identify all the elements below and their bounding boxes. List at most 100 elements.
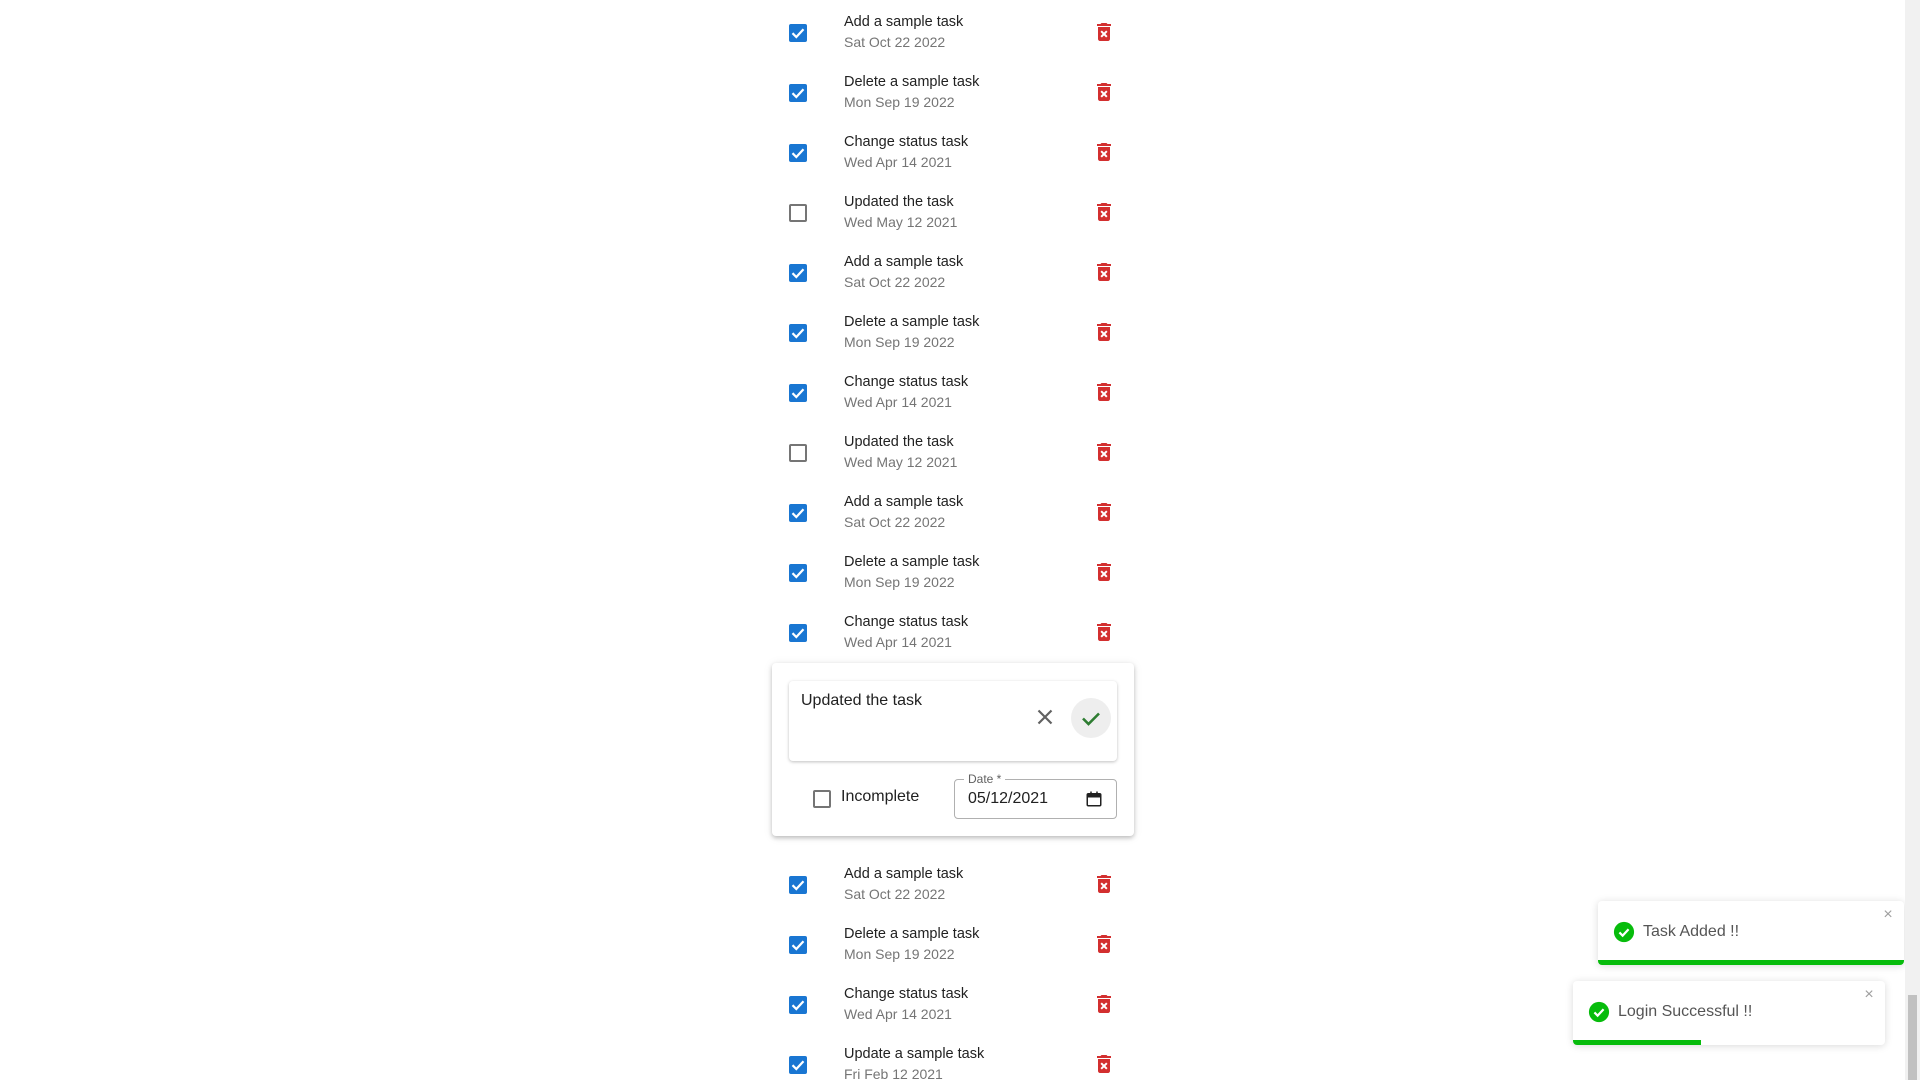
task-text[interactable]: Change status task Wed Apr 14 2021 [844, 984, 968, 1024]
task-row: Update a sample task Fri Feb 12 2021 [772, 1032, 1134, 1080]
toast-progress-bar [1573, 1040, 1701, 1045]
task-checkbox[interactable] [789, 144, 807, 162]
task-text[interactable]: Update a sample task Fri Feb 12 2021 [844, 1044, 984, 1080]
task-text[interactable]: Updated the task Wed May 12 2021 [844, 192, 957, 232]
task-checkbox[interactable] [789, 444, 807, 462]
task-text[interactable]: Delete a sample task Mon Sep 19 2022 [844, 312, 979, 352]
page-scrollbar[interactable] [1905, 0, 1920, 1080]
toast-progress-bar [1598, 960, 1904, 965]
task-text-input[interactable]: Updated the task [801, 692, 922, 710]
check-icon [791, 28, 805, 39]
task-text[interactable]: Delete a sample task Mon Sep 19 2022 [844, 552, 979, 592]
task-title: Add a sample task [844, 494, 964, 510]
delete-task-button[interactable] [1092, 380, 1116, 404]
task-text[interactable]: Add a sample task Sat Oct 22 2022 [844, 492, 963, 532]
task-row: Change status task Wed Apr 14 2021 [772, 600, 1134, 660]
delete-forever-icon [1097, 323, 1111, 341]
close-icon [1037, 709, 1053, 725]
date-input[interactable]: 05/12/2021 [968, 790, 1048, 808]
delete-task-button[interactable] [1092, 620, 1116, 644]
task-row: Add a sample task Sat Oct 22 2022 [772, 240, 1134, 300]
task-title: Add a sample task [844, 254, 964, 270]
delete-task-button[interactable] [1092, 500, 1116, 524]
task-row: Updated the task Wed May 12 2021 [772, 420, 1134, 480]
delete-task-button[interactable] [1092, 260, 1116, 284]
check-icon [791, 1060, 805, 1071]
status-checkbox[interactable] [813, 790, 831, 808]
delete-task-button[interactable] [1092, 992, 1116, 1016]
task-text[interactable]: Change status task Wed Apr 14 2021 [844, 612, 968, 652]
scrollbar-thumb[interactable] [1908, 995, 1917, 1080]
delete-forever-icon [1097, 1055, 1111, 1073]
task-text-field[interactable]: Updated the task [789, 681, 1117, 761]
delete-forever-icon [1097, 383, 1111, 401]
task-date: Mon Sep 19 2022 [844, 946, 955, 962]
cancel-edit-button[interactable] [1032, 704, 1058, 730]
delete-forever-icon [1097, 263, 1111, 281]
task-row: Add a sample task Sat Oct 22 2022 [772, 0, 1134, 60]
task-checkbox[interactable] [789, 204, 807, 222]
task-text[interactable]: Updated the task Wed May 12 2021 [844, 432, 957, 472]
task-title: Updated the task [844, 194, 954, 210]
delete-task-button[interactable] [1092, 20, 1116, 44]
delete-task-button[interactable] [1092, 872, 1116, 896]
delete-task-button[interactable] [1092, 80, 1116, 104]
task-checkbox[interactable] [789, 936, 807, 954]
task-checkbox[interactable] [789, 876, 807, 894]
task-row: Delete a sample task Mon Sep 19 2022 [772, 300, 1134, 360]
task-text[interactable]: Add a sample task Sat Oct 22 2022 [844, 12, 963, 52]
check-icon [791, 628, 805, 639]
task-checkbox[interactable] [789, 24, 807, 42]
task-text[interactable]: Change status task Wed Apr 14 2021 [844, 372, 968, 412]
task-checkbox[interactable] [789, 1056, 807, 1074]
task-list-top: Add a sample task Sat Oct 22 2022 Delete a… [772, 0, 1134, 660]
task-checkbox[interactable] [789, 384, 807, 402]
delete-task-button[interactable] [1092, 1052, 1116, 1076]
delete-task-button[interactable] [1092, 440, 1116, 464]
toast-message: Task Added !! [1643, 923, 1740, 940]
page: Add a sample task Sat Oct 22 2022 Delete a… [0, 0, 1920, 1080]
task-checkbox[interactable] [789, 624, 807, 642]
delete-task-button[interactable] [1092, 200, 1116, 224]
toast-task-added[interactable]: Task Added !! × [1598, 901, 1904, 965]
delete-task-button[interactable] [1092, 140, 1116, 164]
task-checkbox[interactable] [789, 324, 807, 342]
calendar-icon[interactable] [1085, 790, 1103, 808]
task-text[interactable]: Delete a sample task Mon Sep 19 2022 [844, 924, 979, 964]
task-checkbox[interactable] [789, 264, 807, 282]
task-text[interactable]: Add a sample task Sat Oct 22 2022 [844, 864, 963, 904]
task-title: Change status task [844, 134, 969, 150]
task-text[interactable]: Delete a sample task Mon Sep 19 2022 [844, 72, 979, 112]
task-checkbox[interactable] [789, 564, 807, 582]
task-date: Wed Apr 14 2021 [844, 154, 952, 170]
task-checkbox[interactable] [789, 996, 807, 1014]
task-title: Updated the task [844, 434, 954, 450]
task-checkbox[interactable] [789, 504, 807, 522]
close-icon[interactable]: × [1861, 987, 1877, 1003]
date-field[interactable]: Date * 05/12/2021 [954, 772, 1117, 819]
delete-task-button[interactable] [1092, 560, 1116, 584]
task-title: Delete a sample task [844, 554, 980, 570]
task-row: Delete a sample task Mon Sep 19 2022 [772, 912, 1134, 972]
task-text[interactable]: Change status task Wed Apr 14 2021 [844, 132, 968, 172]
task-title: Change status task [844, 374, 969, 390]
confirm-edit-button[interactable] [1071, 698, 1111, 738]
task-date: Fri Feb 12 2021 [844, 1066, 943, 1080]
task-date: Wed Apr 14 2021 [844, 394, 952, 410]
delete-forever-icon [1097, 23, 1111, 41]
delete-task-button[interactable] [1092, 932, 1116, 956]
check-circle-icon [1588, 1001, 1610, 1023]
check-icon [791, 328, 805, 339]
task-title: Add a sample task [844, 866, 964, 882]
task-checkbox[interactable] [789, 84, 807, 102]
task-row: Add a sample task Sat Oct 22 2022 [772, 852, 1134, 912]
task-date: Sat Oct 22 2022 [844, 274, 946, 290]
delete-task-button[interactable] [1092, 320, 1116, 344]
task-row: Change status task Wed Apr 14 2021 [772, 360, 1134, 420]
toast-login-successful[interactable]: Login Successful !! × [1573, 981, 1885, 1045]
close-icon[interactable]: × [1880, 907, 1896, 923]
task-text[interactable]: Add a sample task Sat Oct 22 2022 [844, 252, 963, 292]
delete-forever-icon [1097, 563, 1111, 581]
task-title: Delete a sample task [844, 74, 980, 90]
delete-forever-icon [1097, 875, 1111, 893]
